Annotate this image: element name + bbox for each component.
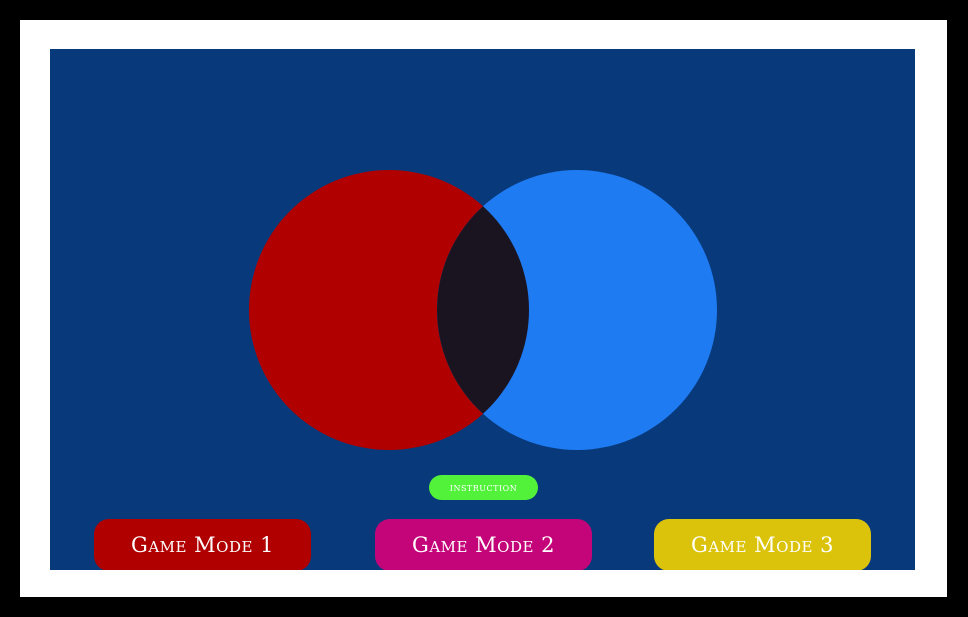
- game-mode-1-button[interactable]: Game Mode 1: [94, 519, 311, 570]
- game-mode-3-button[interactable]: Game Mode 3: [654, 519, 871, 570]
- game-mode-2-button[interactable]: Game Mode 2: [375, 519, 592, 570]
- instruction-button[interactable]: instruction: [429, 475, 538, 500]
- game-stage: instruction Game Mode 1 Game Mode 2 Game…: [50, 49, 915, 570]
